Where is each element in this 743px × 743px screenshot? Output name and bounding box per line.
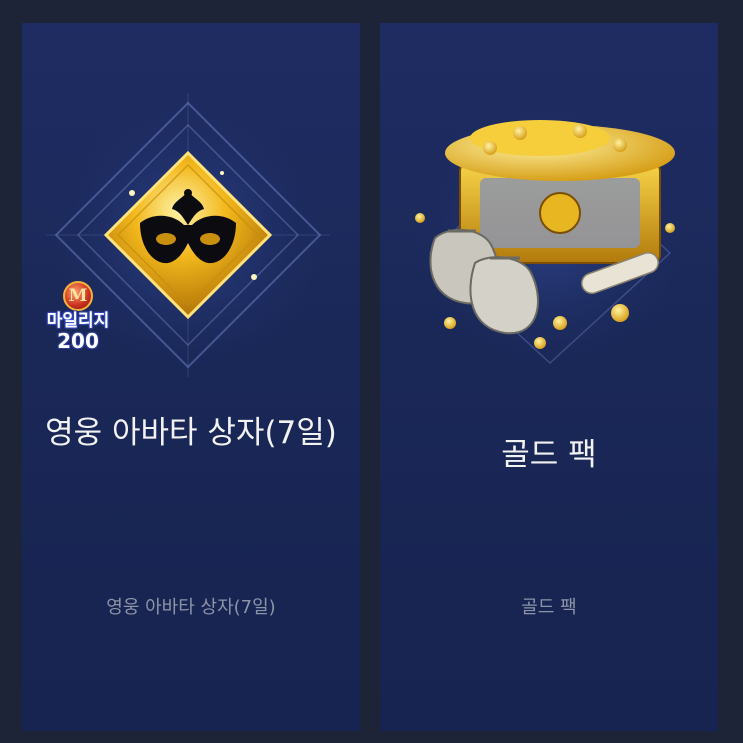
- product-title: 골드 팩: [501, 437, 597, 473]
- mileage-value: 200: [57, 329, 99, 353]
- product-card-gold-pack[interactable]: 골드 팩 골드 팩: [380, 23, 718, 731]
- gold-pack-image: [410, 93, 690, 373]
- product-title: 영웅 아바타 상자(7일): [45, 415, 337, 451]
- mileage-badge: M 마일리지 200: [36, 281, 120, 361]
- product-subtitle: 영웅 아바타 상자(7일): [106, 597, 276, 618]
- product-subtitle: 골드 팩: [521, 597, 577, 618]
- mileage-label: 마일리지: [46, 311, 110, 331]
- product-card-hero-avatar-box[interactable]: M 마일리지 200 영웅 아바타 상자(7일) 영웅 아바타 상자(7일): [22, 23, 360, 731]
- mileage-logo-icon: M: [63, 281, 93, 311]
